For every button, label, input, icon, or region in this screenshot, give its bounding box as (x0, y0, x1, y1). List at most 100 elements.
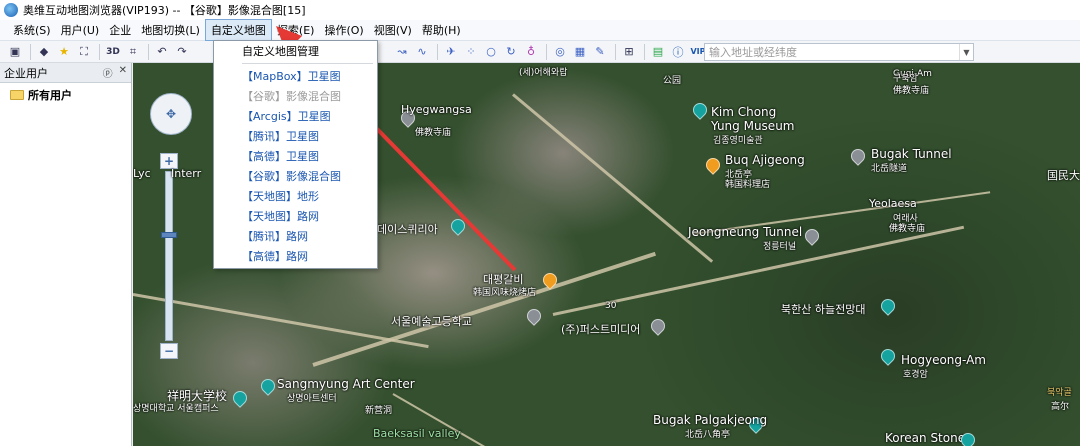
info-icon[interactable]: ⓘ (669, 43, 687, 61)
title-bar: 奥维互动地图浏览器(VIP193) -- 【谷歌】影像混合图[15] (0, 0, 1080, 20)
menu-operate[interactable]: 操作(O) (319, 20, 368, 40)
image-icon[interactable]: ▦ (571, 43, 589, 61)
map-road (512, 93, 714, 263)
menu-help[interactable]: 帮助(H) (417, 20, 466, 40)
save-icon[interactable]: ▣ (6, 43, 24, 61)
dropdown-item-manage[interactable]: 自定义地图管理 (214, 41, 377, 61)
toolbar-separator (148, 43, 149, 60)
measure-icon[interactable]: ⊞ (620, 43, 638, 61)
map-zoom-control: + − (160, 153, 180, 361)
user-icon[interactable]: ◆ (35, 43, 53, 61)
toolbar-separator (437, 43, 438, 60)
redo-icon[interactable]: ↷ (173, 43, 191, 61)
grid-icon[interactable]: ⌗ (124, 43, 142, 61)
menu-map-switch[interactable]: 地图切换(L) (136, 20, 205, 40)
layer-icon[interactable]: ◎ (551, 43, 569, 61)
map-label: 30 (605, 301, 617, 311)
dropdown-item[interactable]: 【谷歌】影像混合图 (214, 166, 377, 186)
map-label: 佛教寺庙 (415, 128, 452, 138)
address-search-placeholder: 输入地址或经纬度 (709, 46, 797, 59)
path-icon[interactable]: ∿ (413, 43, 431, 61)
dropdown-item[interactable]: 【高德】路网 (214, 246, 377, 266)
map-pan-control[interactable]: ✥ (150, 93, 192, 135)
map-label: Hyegwangsa (401, 103, 472, 116)
map-label: 상명아트센터 (287, 394, 337, 404)
dropdown-item[interactable]: 【天地图】地形 (214, 186, 377, 206)
dropdown-item[interactable]: 【腾讯】卫星图 (214, 126, 377, 146)
map-label: Yung Museum (711, 119, 795, 133)
toolbar-separator (99, 43, 100, 60)
menu-system[interactable]: 系统(S) (8, 20, 56, 40)
map-pin[interactable] (230, 388, 250, 408)
dropdown-item[interactable]: 【高德】卫星图 (214, 146, 377, 166)
map-label: 북한산 하늘전망대 (781, 303, 866, 316)
map-label: 정릉터널 (763, 242, 797, 252)
dropdown-item[interactable]: 【天地图】路网 (214, 206, 377, 226)
pencil-icon[interactable]: ✎ (591, 43, 609, 61)
map-label: Hogyeong-Am (901, 353, 986, 367)
map-pin[interactable] (848, 146, 868, 166)
zoom-slider[interactable] (161, 171, 177, 341)
menu-user[interactable]: 用户(U) (56, 20, 105, 40)
map-pin[interactable] (802, 226, 822, 246)
panel-header: 企业用户 ⓟ ✕ (0, 63, 131, 83)
toolbar-separator (30, 43, 31, 60)
circle-icon[interactable]: ○ (482, 43, 500, 61)
map-label: Yeolaesa (869, 197, 917, 210)
custom-map-dropdown: 自定义地图管理 【MapBox】卫星图 【谷歌】影像混合图 【Arcgis】卫星… (213, 40, 378, 269)
map-pin[interactable] (258, 376, 278, 396)
map-label: 북악골 (1047, 388, 1072, 398)
tree-item-label: 所有用户 (28, 89, 72, 102)
map-label: Korean Stone (885, 431, 966, 445)
chat-icon[interactable]: ▤ (649, 43, 667, 61)
dropdown-item[interactable]: 【Arcgis】卫星图 (214, 106, 377, 126)
toolbar-separator (546, 43, 547, 60)
map-pin[interactable] (878, 296, 898, 316)
menu-custom-map[interactable]: 自定义地图 (204, 19, 272, 41)
folder-icon (10, 90, 24, 100)
map-label: Sangmyung Art Center (277, 377, 415, 391)
map-label: 韩国料理店 (725, 180, 771, 190)
zoom-slider-thumb[interactable] (161, 232, 177, 238)
map-label: (주)퍼스트미디어 (561, 323, 641, 336)
map-pin[interactable] (648, 316, 668, 336)
map-label: Buq Ajigeong (725, 153, 805, 167)
map-label: Jeongneung Tunnel (688, 225, 803, 239)
map-label: 상명대학교 서울캠퍼스 (133, 404, 219, 414)
address-search-input[interactable]: 输入地址或经纬度 ▼ (704, 43, 974, 61)
map-label: 서울예술고등학교 (391, 315, 472, 328)
map-pin[interactable] (524, 306, 544, 326)
map-label: 高尔 (1051, 402, 1070, 412)
group-icon[interactable]: ⛶ (75, 43, 93, 61)
map-pin[interactable] (878, 346, 898, 366)
3d-icon[interactable]: 3D (104, 43, 122, 61)
plane-icon[interactable]: ✈ (442, 43, 460, 61)
menu-view[interactable]: 视图(V) (369, 20, 417, 40)
close-icon[interactable]: ✕ (119, 65, 127, 80)
dropdown-item[interactable]: 【腾讯】路网 (214, 226, 377, 246)
dropdown-item: 【谷歌】影像混合图 (242, 90, 341, 103)
star-icon[interactable]: ★ (55, 43, 73, 61)
tree-item-all-users[interactable]: 所有用户 (10, 87, 131, 103)
refresh-icon[interactable]: ↻ (502, 43, 520, 61)
points-icon[interactable]: ⁘ (462, 43, 480, 61)
route-icon[interactable]: ↝ (393, 43, 411, 61)
menu-explore[interactable]: 探索(E) (272, 20, 320, 40)
dropdown-item[interactable]: 【MapBox】卫星图 (214, 66, 377, 86)
map-pin[interactable] (703, 155, 723, 175)
undo-icon[interactable]: ↶ (153, 43, 171, 61)
panel-title: 企业用户 (4, 66, 48, 80)
menu-enterprise[interactable]: 企业 (104, 20, 136, 40)
toolbar-separator (615, 43, 616, 60)
zoom-out-button[interactable]: − (160, 343, 178, 359)
chevron-down-icon[interactable]: ▼ (959, 44, 973, 60)
toolbar: ▣ ◆ ★ ⛶ 3D ⌗ ↶ ↷ ↝ ∿ ✈ ⁘ ○ ↻ ♁ ◎ ▦ ✎ ⊞ ▤… (0, 41, 1080, 63)
map-label: Bugak Tunnel (871, 147, 952, 161)
pin-icon[interactable]: ⓟ (103, 65, 113, 80)
map-pin[interactable] (448, 216, 468, 236)
map-pin[interactable] (690, 100, 710, 120)
map-label: Kim Chong (711, 105, 777, 119)
settings-icon[interactable]: ♁ (522, 43, 540, 61)
map-label: 新营洞 (365, 406, 393, 416)
map-label: 韩国风味烧烤店 (473, 288, 537, 298)
